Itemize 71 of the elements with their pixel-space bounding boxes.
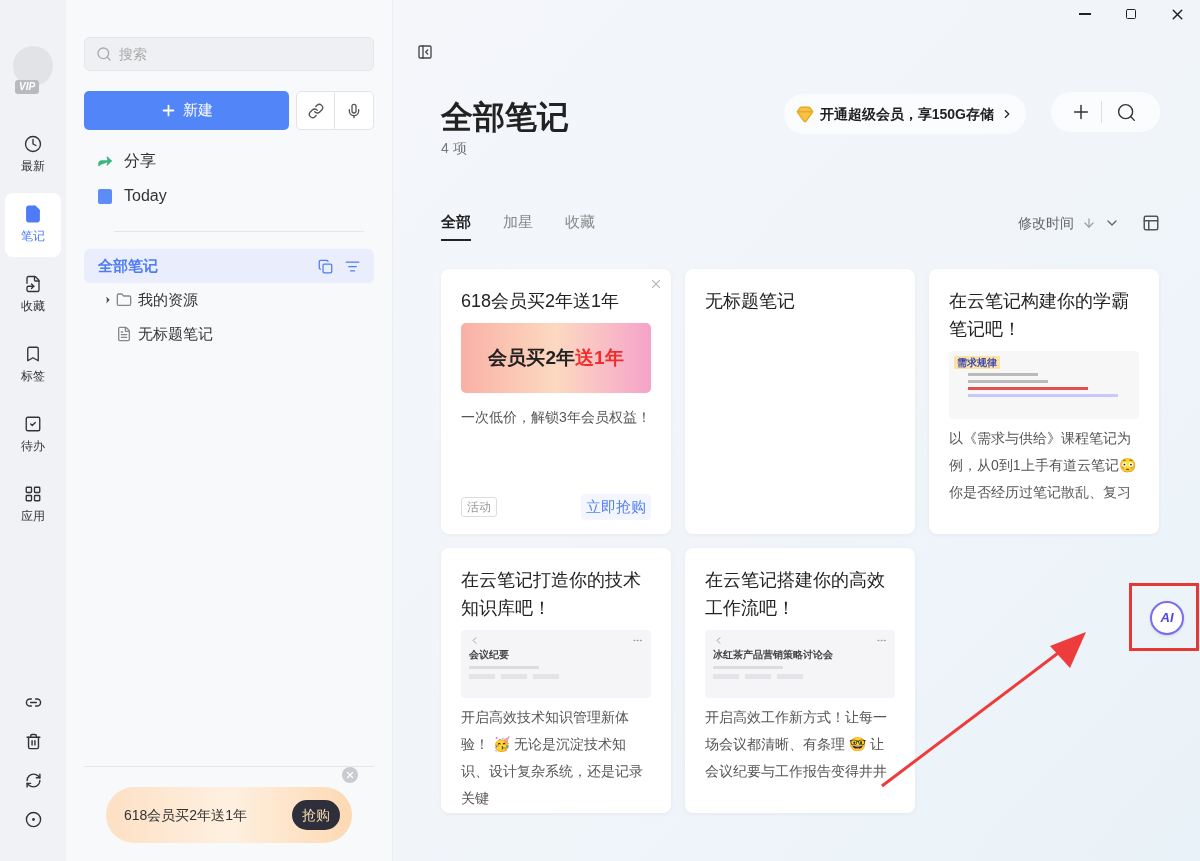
sort-list-icon[interactable]	[345, 258, 360, 274]
trash-icon[interactable]	[24, 733, 42, 750]
highlight-frame	[1129, 583, 1199, 651]
tree-item-label: 无标题笔记	[138, 323, 213, 344]
quick-link[interactable]: 分享	[96, 148, 374, 174]
link-note-icon	[24, 275, 42, 293]
buy-now-link[interactable]: 立即抢购	[581, 493, 651, 520]
note-card[interactable]: 无标题笔记	[685, 269, 915, 534]
item-count: 4 项	[441, 139, 468, 158]
card-title: 在云笔记构建你的学霸笔记吧！	[949, 290, 1130, 341]
vip-offer-button[interactable]: 开通超级会员，享150G存储	[783, 94, 1026, 134]
folder-icon	[116, 292, 132, 308]
card-text: 开启高效工作新方式！让每一场会议都清晰、有条理 🤓 让会议纪要与工作报告变得井井	[705, 708, 888, 781]
promo-banner[interactable]: 618会员买2年送1年 抢购	[106, 787, 352, 843]
nav-item[interactable]: 待办	[5, 403, 61, 467]
sort-dropdown[interactable]: 修改时间	[1018, 212, 1120, 234]
search-icon	[96, 46, 112, 62]
note-card[interactable]: 在云笔记搭建你的高效工作流吧！ 冰红茶产品营销策略讨论会 开启高效工作新方式！让每一场会议都清晰、有条理 🤓 让会议纪要与工作报告变得井井	[685, 548, 915, 813]
promo-text: 618会员买2年送1年	[124, 805, 248, 825]
filter-tab[interactable]: 全部	[441, 205, 471, 241]
note-icon	[24, 205, 42, 223]
tree-item-label: 我的资源	[138, 289, 198, 310]
document-icon	[116, 326, 132, 342]
nav-item[interactable]: 收藏	[5, 263, 61, 327]
clock-icon	[24, 135, 42, 153]
copy-icon[interactable]	[318, 258, 333, 274]
nav-item[interactable]: 笔记	[5, 193, 61, 257]
maximize-icon	[1125, 8, 1137, 20]
nav-item[interactable]: 应用	[5, 473, 61, 537]
checkbox-icon	[24, 415, 42, 433]
card-text: 一次低价，解锁3年会员权益！	[461, 408, 651, 427]
card-title: 618会员买2年送1年	[461, 290, 621, 313]
note-card[interactable]: 618会员买2年送1年 会员买2年送1年 一次低价，解锁3年会员权益！ 活动 立即抢购	[441, 269, 671, 534]
search-icon	[1115, 101, 1137, 123]
thumbnail-title: 需求规律	[954, 356, 1000, 369]
nav-item[interactable]: 最新	[5, 123, 61, 187]
grab-button[interactable]: 抢购	[292, 800, 340, 830]
bookmark-icon	[24, 345, 42, 363]
tree-item[interactable]: 无标题笔记	[84, 317, 374, 351]
diamond-icon	[795, 105, 814, 123]
settings-icon[interactable]	[24, 811, 42, 828]
link-icon	[307, 102, 324, 119]
tag-label: 活动	[461, 496, 497, 517]
sort-order-icon	[1082, 216, 1096, 230]
banner-highlight: 送1年	[575, 345, 624, 370]
sidebar-toggle-icon[interactable]	[417, 44, 433, 60]
note-card[interactable]: 在云笔记打造你的技术知识库吧！ 会议纪要 开启高效技术知识管理新体验！ 🥳 无论是沉淀技术知识、设计复杂系统，还是记录关键	[441, 548, 671, 813]
page-title: 全部笔记	[441, 98, 569, 136]
card-text: 以《需求与供给》课程笔记为例，从0到1上手有道云笔记😳你是否经历过笔记散乱、复习	[949, 429, 1137, 502]
card-title: 在云笔记搭建你的高效工作流吧！	[705, 569, 886, 620]
card-title: 在云笔记打造你的技术知识库吧！	[461, 569, 642, 620]
tree-item[interactable]: 我的资源	[84, 283, 374, 317]
search-field[interactable]: 搜索	[84, 37, 374, 71]
card-title: 无标题笔记	[705, 290, 796, 313]
thumbnail-title: 冰红茶产品营销策略讨论会	[713, 648, 834, 662]
layout-icon[interactable]	[1142, 214, 1160, 232]
banner-text: 会员买2年	[488, 345, 575, 370]
thumbnail-title: 会议纪要	[469, 648, 510, 662]
note-card[interactable]: 在云笔记构建你的学霸笔记吧！ 需求规律 以《需求与供给》课程笔记为例，从0到1上手有道云笔记😳你是否经历过笔记散乱、复习	[929, 269, 1159, 534]
microphone-icon	[346, 102, 362, 119]
ai-assistant-button[interactable]: AI	[1150, 601, 1184, 635]
note-icon	[98, 188, 112, 204]
vip-badge: VIP	[15, 80, 40, 94]
minimize-icon	[1079, 13, 1091, 15]
plus-icon	[160, 102, 177, 119]
nav-item[interactable]: 标签	[5, 333, 61, 397]
grid-icon	[24, 485, 42, 503]
caret-icon[interactable]	[103, 295, 113, 305]
quick-link[interactable]: Today	[96, 183, 374, 209]
card-text: 开启高效技术知识管理新体验！ 🥳 无论是沉淀技术知识、设计复杂系统，还是记录关键	[461, 708, 644, 808]
sync-icon[interactable]	[24, 772, 42, 789]
